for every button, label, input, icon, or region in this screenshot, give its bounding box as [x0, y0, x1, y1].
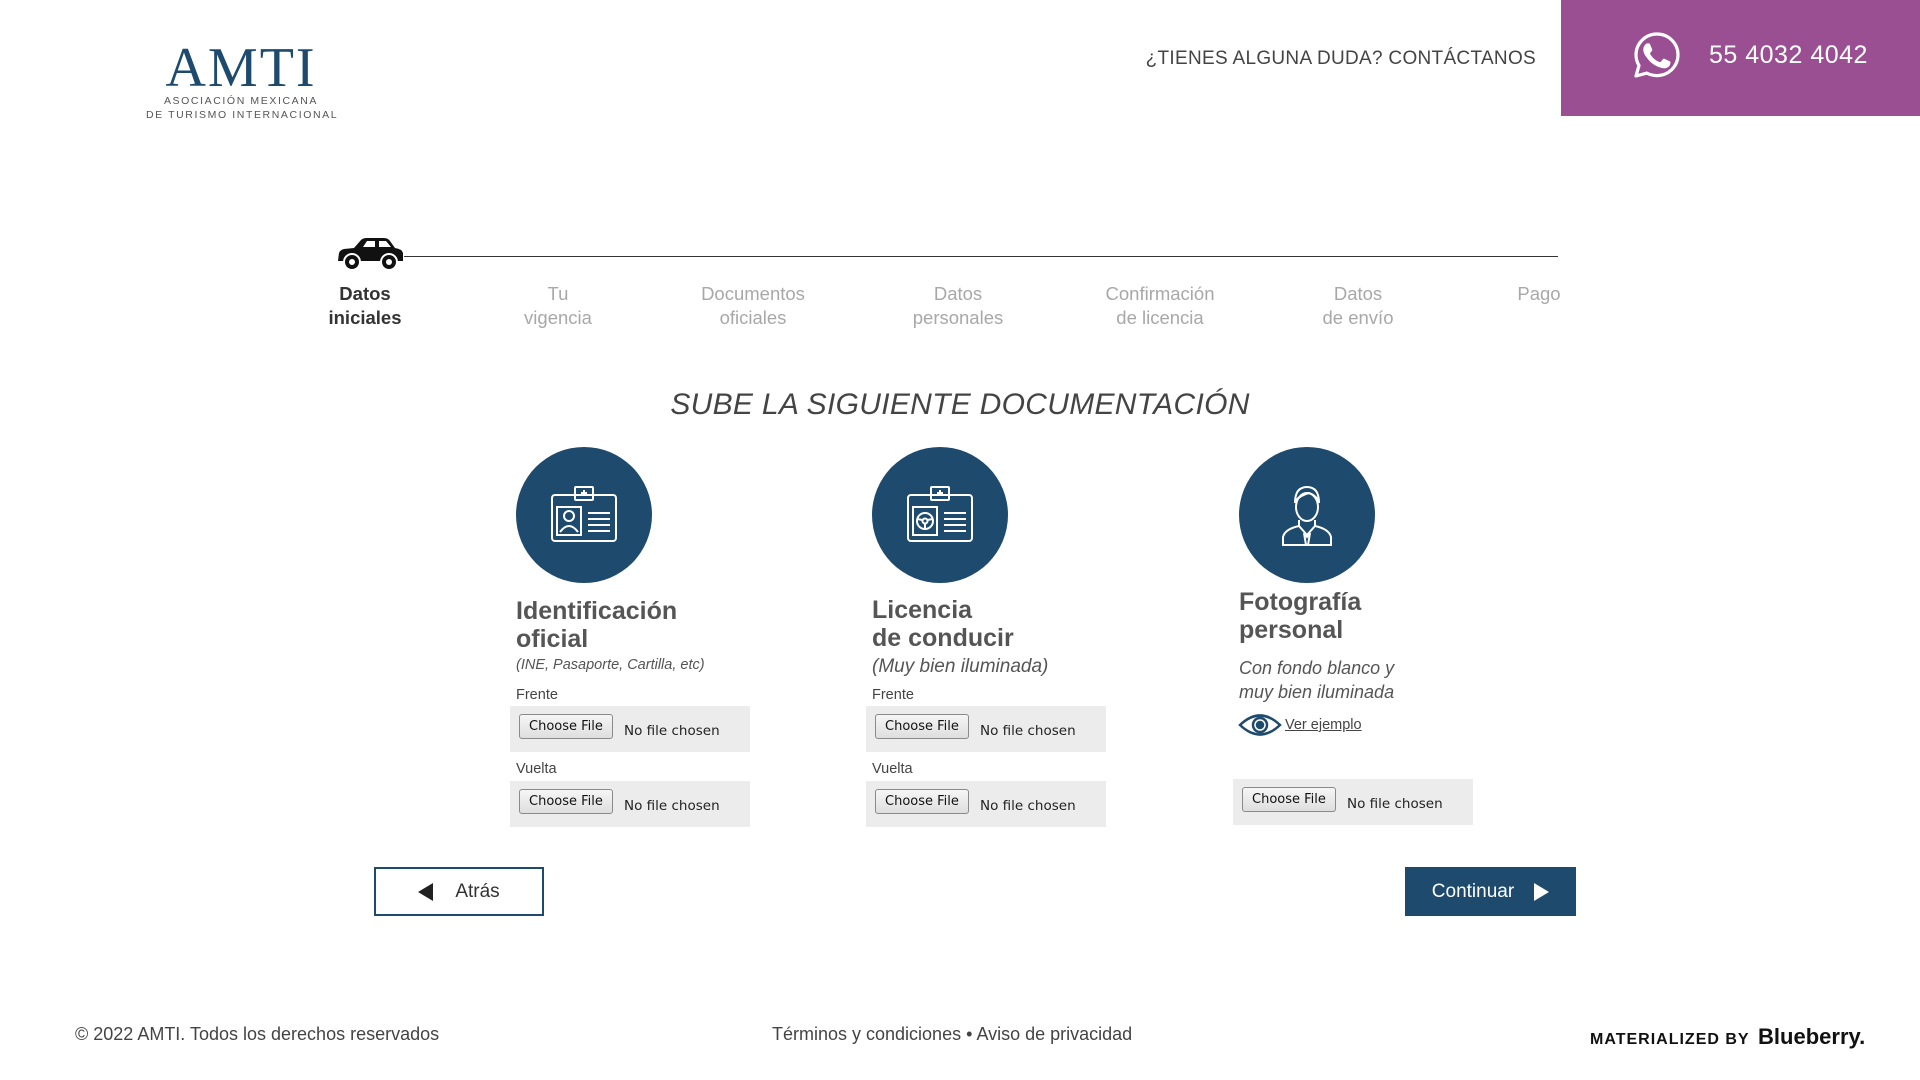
doc-title-line2: de conducir: [872, 624, 1014, 652]
id-card-icon: [516, 447, 652, 583]
continue-button-label: Continuar: [1431, 880, 1515, 902]
choose-file-button[interactable]: Choose File: [519, 714, 613, 739]
doc-title-line2: personal: [1239, 616, 1344, 644]
file-status: No file chosen: [980, 723, 1076, 739]
step-label-line1: Documentos: [701, 283, 805, 304]
car-icon: [338, 238, 403, 271]
stepper-line: [404, 256, 1558, 257]
materialized-by-label: MATERIALIZED BY: [1590, 1031, 1750, 1048]
step-documentos-oficiales[interactable]: Documentos oficiales: [701, 282, 805, 330]
back-label: Vuelta: [872, 761, 913, 777]
step-label-line1: Confirmación: [1105, 283, 1215, 304]
doc-note-line2: muy bien iluminada: [1239, 682, 1395, 702]
step-label-line2: personales: [912, 307, 1004, 328]
doc-title-line1: Licencia: [872, 596, 973, 624]
blueberry-logo: Blueberry.: [1758, 1024, 1866, 1049]
step-label-line1: Datos: [933, 283, 983, 304]
id-front-file-input[interactable]: Choose File No file chosen: [510, 706, 750, 752]
back-label: Vuelta: [516, 761, 557, 777]
doc-title-identificacion: Identificación oficial: [516, 597, 677, 653]
front-label: Frente: [516, 687, 558, 703]
terms-link[interactable]: Términos y condiciones: [772, 1024, 961, 1044]
step-tu-vigencia[interactable]: Tu vigencia: [524, 282, 592, 330]
step-datos-envio[interactable]: Datos de envío: [1323, 282, 1394, 330]
choose-file-button[interactable]: Choose File: [1242, 787, 1336, 812]
step-confirmacion-licencia[interactable]: Confirmación de licencia: [1106, 282, 1215, 330]
choose-file-button[interactable]: Choose File: [519, 789, 613, 814]
step-label-line1: Datos: [339, 283, 391, 304]
file-status: No file chosen: [1347, 796, 1443, 812]
arrow-right-icon: [1534, 882, 1550, 901]
phone-number: 55 4032 4042: [1709, 41, 1868, 69]
file-status: No file chosen: [624, 798, 720, 814]
doc-title-line1: Fotografía: [1239, 588, 1362, 616]
step-pago[interactable]: Pago: [1517, 282, 1560, 306]
see-example-link[interactable]: Ver ejemplo: [1285, 717, 1362, 733]
section-title: SUBE LA SIGUIENTE DOCUMENTACIÓN: [670, 388, 1250, 421]
doc-note-fotografia: Con fondo blanco y muy bien iluminada: [1239, 656, 1394, 704]
doc-title-line2: oficial: [516, 625, 589, 653]
driver-license-icon: [872, 447, 1008, 583]
logo-wordmark: AMTI: [165, 37, 317, 99]
step-label-line1: Pago: [1517, 283, 1561, 304]
doc-title-licencia: Licencia de conducir: [872, 596, 1014, 652]
doc-note-identificacion: (INE, Pasaporte, Cartilla, etc): [516, 657, 705, 673]
doc-title-fotografia: Fotografía personal: [1239, 588, 1361, 644]
footer-separator: •: [966, 1024, 973, 1044]
step-datos-iniciales[interactable]: Datos iniciales: [328, 282, 401, 330]
photo-file-input[interactable]: Choose File No file chosen: [1233, 779, 1473, 825]
step-label-line2: oficiales: [719, 307, 787, 328]
id-back-file-input[interactable]: Choose File No file chosen: [510, 781, 750, 827]
continue-button[interactable]: Continuar: [1405, 867, 1576, 916]
step-label-line2: iniciales: [328, 307, 402, 328]
choose-file-button[interactable]: Choose File: [875, 714, 969, 739]
whatsapp-icon: [1634, 32, 1680, 78]
step-label-line1: Datos: [1333, 283, 1383, 304]
person-portrait-icon: [1239, 447, 1375, 583]
amti-logo[interactable]: AMTI ASOCIACIÓN MEXICANA DE TURISMO INTE…: [146, 37, 339, 122]
step-label-line2: de envío: [1322, 307, 1394, 328]
footer-credit[interactable]: MATERIALIZED BY Blueberry.: [1590, 1024, 1865, 1050]
file-status: No file chosen: [980, 798, 1076, 814]
doc-note-licencia: (Muy bien iluminada): [872, 656, 1049, 677]
footer-copyright: © 2022 AMTI. Todos los derechos reservad…: [75, 1024, 440, 1044]
step-label-line2: vigencia: [524, 307, 592, 328]
logo-subtitle-line2: DE TURISMO INTERNACIONAL: [146, 109, 339, 121]
logo-subtitle-line1: ASOCIACIÓN MEXICANA: [163, 95, 319, 107]
license-back-file-input[interactable]: Choose File No file chosen: [866, 781, 1106, 827]
step-label-line1: Tu: [547, 283, 569, 304]
contact-link[interactable]: ¿TIENES ALGUNA DUDA? CONTÁCTANOS: [1146, 48, 1536, 70]
license-front-file-input[interactable]: Choose File No file chosen: [866, 706, 1106, 752]
eye-icon[interactable]: [1238, 712, 1282, 738]
back-button-label: Atrás: [455, 880, 500, 902]
front-label: Frente: [872, 687, 914, 703]
back-button[interactable]: Atrás: [374, 867, 544, 916]
privacy-link[interactable]: Aviso de privacidad: [976, 1024, 1132, 1044]
file-status: No file chosen: [624, 723, 720, 739]
arrow-left-icon: [418, 882, 434, 901]
choose-file-button[interactable]: Choose File: [875, 789, 969, 814]
step-label-line2: de licencia: [1116, 307, 1204, 328]
footer-links: Términos y condiciones • Aviso de privac…: [772, 1024, 1132, 1045]
doc-note-line1: Con fondo blanco y: [1239, 658, 1395, 678]
step-datos-personales[interactable]: Datos personales: [913, 282, 1004, 330]
phone-banner[interactable]: 55 4032 4042: [1561, 0, 1920, 116]
doc-title-line1: Identificación: [516, 597, 678, 625]
